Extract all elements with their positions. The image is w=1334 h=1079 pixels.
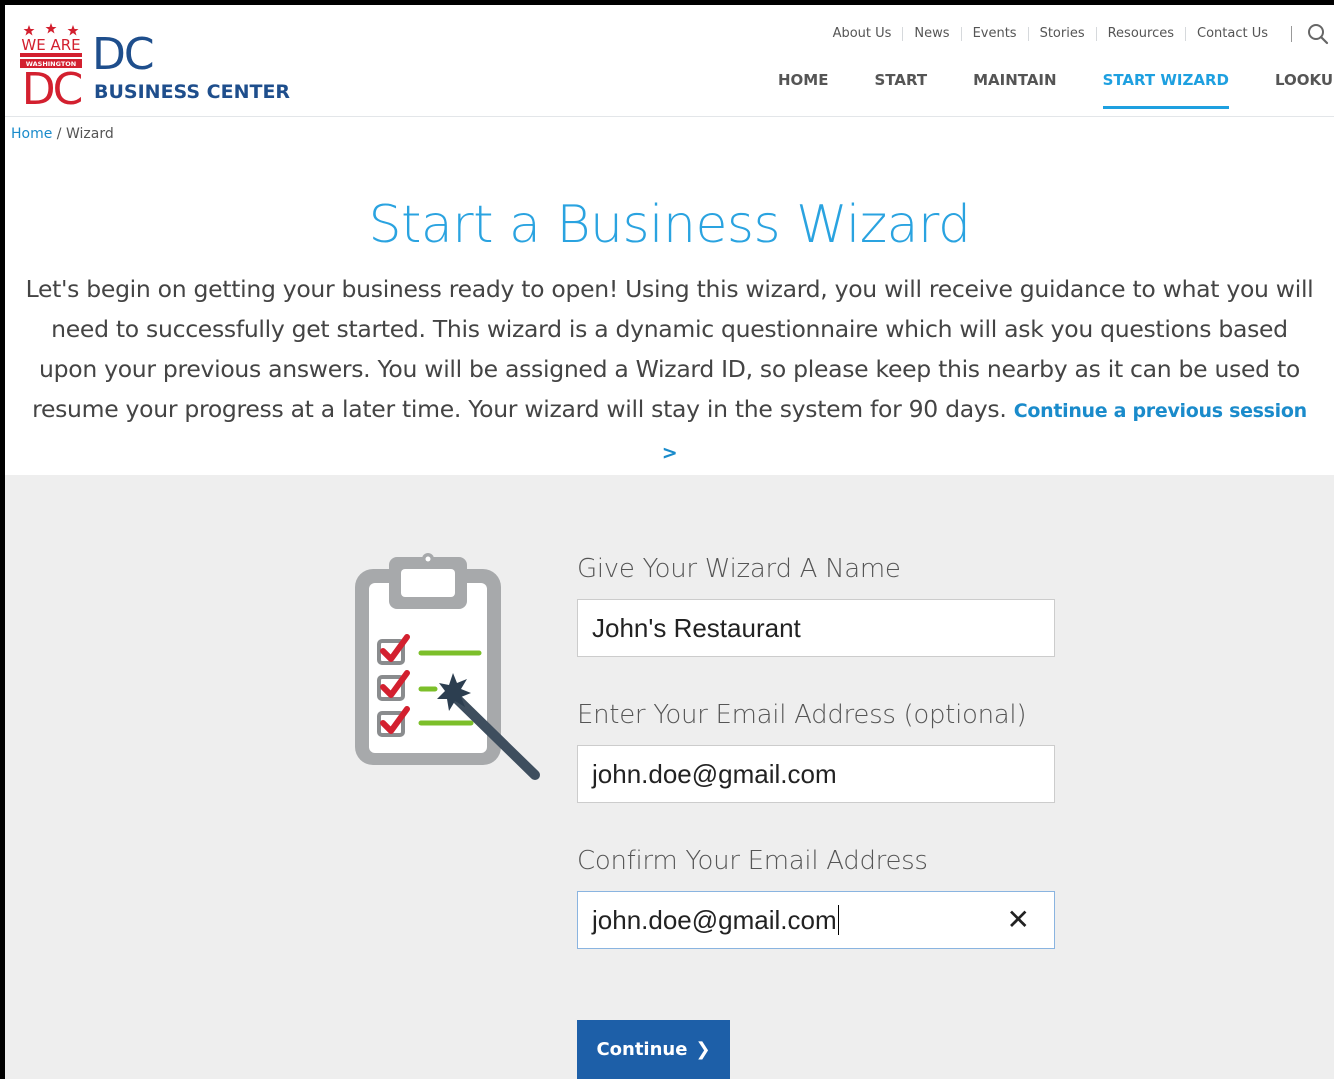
util-link-news[interactable]: News	[902, 27, 960, 41]
text-caret	[837, 905, 839, 935]
breadcrumb-current: Wizard	[65, 126, 114, 142]
util-link-stories[interactable]: Stories	[1027, 27, 1096, 41]
wizard-name-group: Give Your Wizard A Name John's Restauran…	[577, 551, 1057, 657]
clipboard-wand-icon	[355, 553, 540, 780]
email-input[interactable]: john.doe@gmail.com	[577, 745, 1055, 803]
main-nav: HOME START MAINTAIN START WIZARD LOOKUP	[778, 71, 1334, 109]
nav-maintain[interactable]: MAINTAIN	[973, 71, 1056, 109]
clear-input-icon[interactable]: ✕	[1007, 892, 1030, 948]
util-link-contact-us[interactable]: Contact Us	[1185, 27, 1279, 41]
wizard-name-value: John's Restaurant	[592, 613, 801, 643]
wizard-name-label: Give Your Wizard A Name	[577, 554, 901, 584]
email-label: Enter Your Email Address (optional)	[577, 700, 1027, 730]
breadcrumb-home-link[interactable]: Home	[11, 126, 52, 142]
nav-start-wizard[interactable]: START WIZARD	[1102, 71, 1230, 109]
continue-button[interactable]: Continue ❯	[577, 1020, 730, 1079]
breadcrumb: Home / Wizard	[11, 126, 114, 142]
confirm-email-label: Confirm Your Email Address	[577, 846, 928, 876]
page-title: Start a Business Wizard	[368, 195, 971, 255]
we-are-washington-dc-badge: WE ARE WASHINGTON DC	[20, 23, 82, 105]
page: WE ARE WASHINGTON DC DC BUSINESS CENTER …	[5, 5, 1334, 1079]
email-value: john.doe@gmail.com	[592, 759, 837, 789]
svg-text:DC: DC	[22, 64, 82, 105]
confirm-email-input[interactable]: john.doe@gmail.com ✕	[577, 891, 1055, 949]
wizard-form: Give Your Wizard A Name John's Restauran…	[577, 551, 1057, 989]
confirm-email-group: Confirm Your Email Address john.doe@gmai…	[577, 843, 1057, 949]
logo-business-center-text: BUSINESS CENTER	[94, 81, 291, 103]
confirm-email-value: john.doe@gmail.com	[592, 905, 837, 935]
logo-dc-text: DC	[92, 29, 155, 80]
wizard-name-input[interactable]: John's Restaurant	[577, 599, 1055, 657]
util-link-events[interactable]: Events	[960, 27, 1028, 41]
breadcrumb-separator: /	[52, 126, 66, 142]
chevron-right-icon: ❯	[695, 1039, 711, 1060]
nav-lookup[interactable]: LOOKUP	[1275, 71, 1334, 109]
site-header: WE ARE WASHINGTON DC DC BUSINESS CENTER …	[5, 5, 1334, 117]
wizard-form-section: Give Your Wizard A Name John's Restauran…	[5, 475, 1334, 1079]
util-link-resources[interactable]: Resources	[1095, 27, 1185, 41]
nav-start[interactable]: START	[874, 71, 927, 109]
util-divider	[1291, 26, 1292, 42]
svg-text:WE ARE: WE ARE	[21, 36, 80, 54]
intro-paragraph: Let's begin on getting your business rea…	[25, 269, 1314, 473]
search-icon[interactable]	[1306, 22, 1330, 46]
dc-business-center-logo[interactable]: WE ARE WASHINGTON DC DC BUSINESS CENTER	[20, 23, 320, 107]
email-group: Enter Your Email Address (optional) john…	[577, 697, 1057, 803]
util-link-about-us[interactable]: About Us	[822, 27, 903, 41]
nav-home[interactable]: HOME	[778, 71, 828, 109]
utility-nav: About Us News Events Stories Resources C…	[822, 22, 1330, 46]
continue-button-label: Continue	[596, 1039, 688, 1060]
